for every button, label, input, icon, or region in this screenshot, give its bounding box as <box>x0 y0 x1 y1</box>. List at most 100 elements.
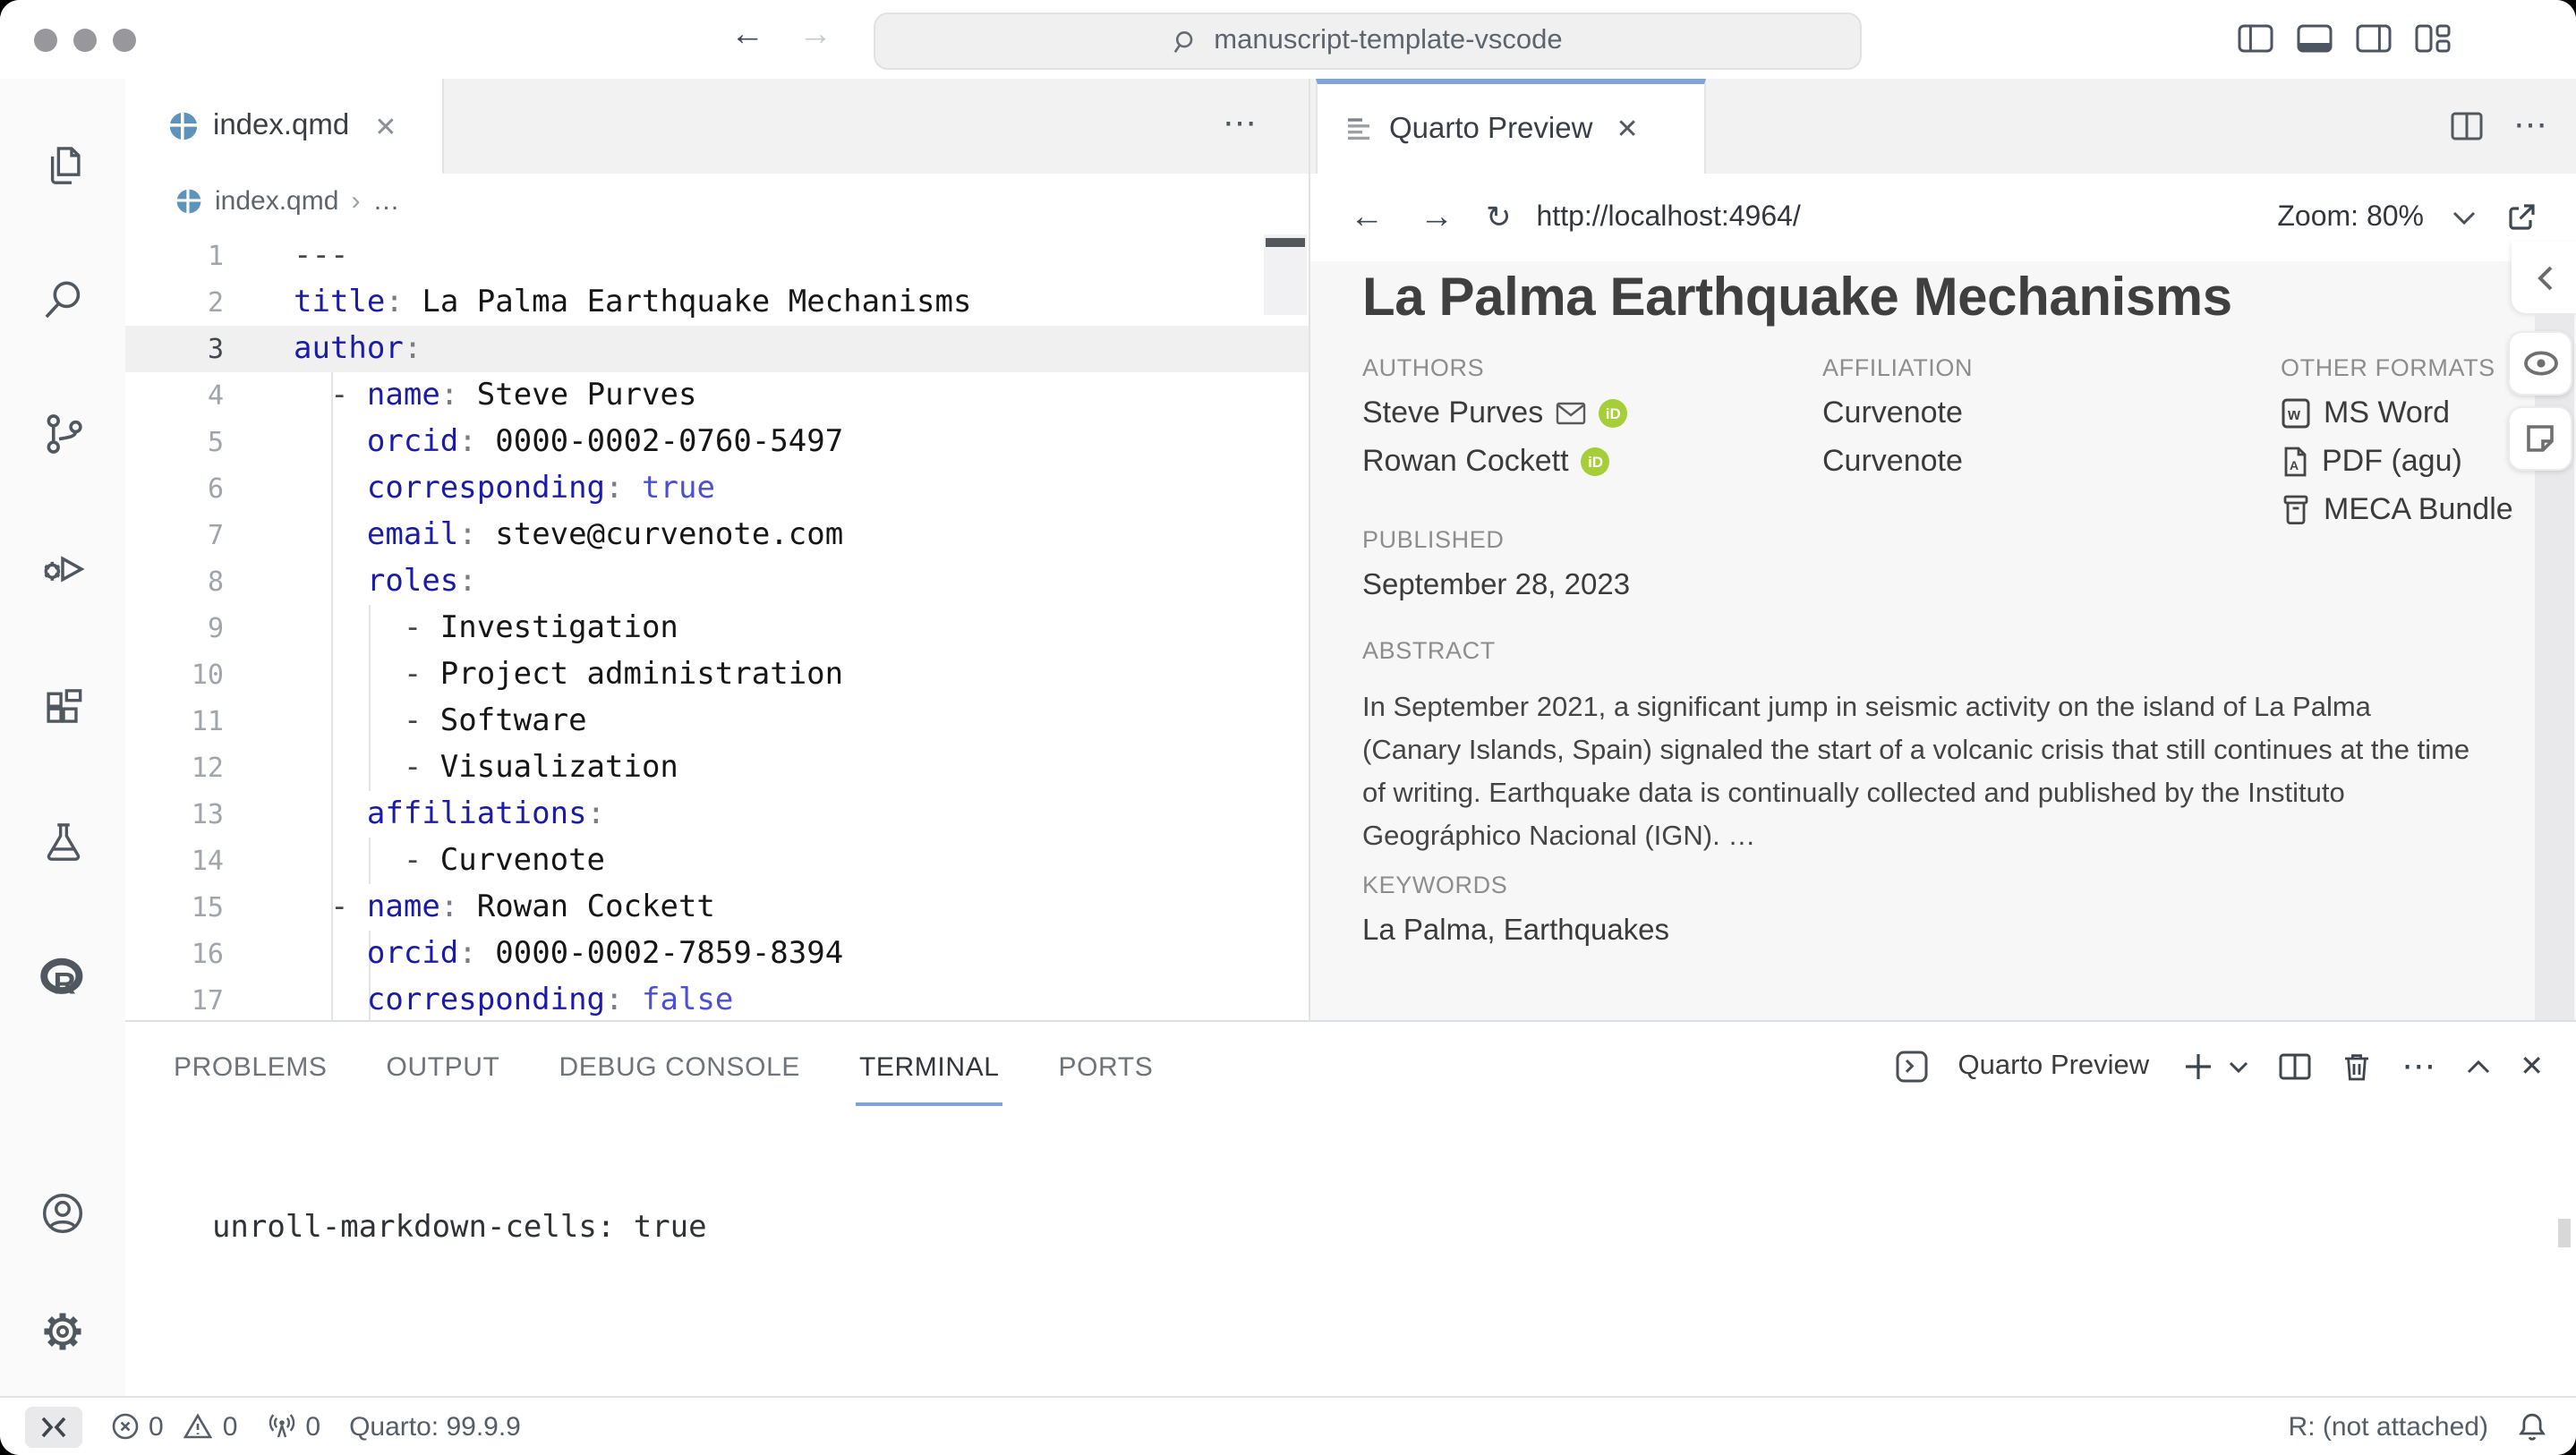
extensions-icon[interactable] <box>0 684 125 732</box>
code-line[interactable]: 4 - name: Steve Purves <box>125 372 1309 419</box>
close-panel-icon[interactable]: ✕ <box>2520 1049 2544 1085</box>
split-editor-icon[interactable] <box>2451 111 2483 141</box>
preview-forward-icon[interactable]: → <box>1420 198 1454 237</box>
testing-beaker-icon[interactable] <box>0 818 125 866</box>
reload-icon[interactable]: ↻ <box>1486 200 1512 235</box>
zoom-level[interactable]: Zoom: 80% <box>2277 201 2424 234</box>
code-line[interactable]: 13 affiliations: <box>125 791 1309 838</box>
line-number: 3 <box>125 333 224 365</box>
code-line[interactable]: 15 - name: Rowan Cockett <box>125 884 1309 931</box>
r-language-icon[interactable]: R <box>0 952 125 1002</box>
accounts-icon[interactable] <box>0 1188 125 1238</box>
source-control-icon[interactable] <box>0 410 125 458</box>
code-line[interactable]: 16 orcid: 0000-0002-7859-8394 <box>125 931 1309 977</box>
preview-back-icon[interactable]: ← <box>1350 198 1384 237</box>
toggle-secondary-sidebar-icon[interactable] <box>2356 23 2392 54</box>
notifications-bell-icon[interactable] <box>2517 1411 2547 1442</box>
line-number: 2 <box>125 286 224 319</box>
customize-layout-icon[interactable] <box>2415 23 2451 54</box>
quarto-version-status[interactable]: Quarto: 99.9.9 <box>349 1411 521 1442</box>
panel-tabs: PROBLEMS OUTPUT DEBUG CONSOLE TERMINAL P… <box>174 1022 1153 1111</box>
code-line[interactable]: 5 orcid: 0000-0002-0760-5497 <box>125 419 1309 465</box>
collapse-panel-button[interactable] <box>2512 242 2576 313</box>
code-line[interactable]: 8 roles: <box>125 558 1309 605</box>
toggle-sidebar-icon[interactable] <box>2238 23 2273 54</box>
format-link[interactable]: PDF (agu) <box>2322 444 2462 480</box>
new-terminal-icon[interactable] <box>2183 1052 2212 1081</box>
code-line[interactable]: 1--- <box>125 233 1309 279</box>
r-status[interactable]: R: (not attached) <box>2289 1411 2488 1442</box>
authors-column: AUTHORS Steve Purves iD Rowan Cockett iD <box>1362 354 1627 478</box>
settings-gear-icon[interactable] <box>0 1306 125 1357</box>
explorer-icon[interactable] <box>0 141 125 190</box>
mail-icon[interactable] <box>1556 401 1586 426</box>
editor-actions-more-icon[interactable]: ⋯ <box>1223 104 1258 145</box>
other-formats-column: OTHER FORMATS w MS Word A PDF (agu) <box>2281 354 2513 526</box>
kill-terminal-trash-icon[interactable] <box>2341 1051 2371 1083</box>
more-actions-icon[interactable]: ⋯ <box>2513 106 2547 147</box>
tab-output[interactable]: OUTPUT <box>387 1051 500 1082</box>
line-number: 12 <box>125 752 224 784</box>
split-terminal-icon[interactable] <box>2278 1052 2310 1081</box>
tab-terminal[interactable]: TERMINAL <box>859 1051 1000 1082</box>
terminal-scrollbar[interactable] <box>2558 1219 2571 1247</box>
command-center-search[interactable]: manuscript-template-vscode <box>874 13 1862 70</box>
breadcrumb-symbol[interactable]: … <box>372 186 399 217</box>
close-tab-icon[interactable]: ✕ <box>374 110 397 142</box>
code-editor[interactable]: 1---2title: La Palma Earthquake Mechanis… <box>125 229 1309 1020</box>
code-text: orcid: 0000-0002-7859-8394 <box>294 936 843 972</box>
open-external-icon[interactable] <box>2504 200 2538 234</box>
toggle-reader-view-button[interactable] <box>2508 331 2572 396</box>
window-controls <box>34 29 136 52</box>
tab-debug-console[interactable]: DEBUG CONSOLE <box>559 1051 800 1082</box>
chevron-down-icon[interactable] <box>2452 210 2476 225</box>
orcid-icon[interactable]: iD <box>1582 447 1610 476</box>
format-link[interactable]: MS Word <box>2324 396 2450 431</box>
tab-problems[interactable]: PROBLEMS <box>174 1051 328 1082</box>
code-line[interactable]: 2title: La Palma Earthquake Mechanisms <box>125 279 1309 326</box>
orcid-icon[interactable]: iD <box>1599 399 1627 428</box>
tab-ports[interactable]: PORTS <box>1059 1051 1154 1082</box>
pdf-icon: A <box>2281 446 2309 478</box>
code-text: - Project administration <box>294 657 843 693</box>
minimize-window-button[interactable] <box>73 29 97 52</box>
maximize-panel-chevron-icon[interactable] <box>2466 1059 2489 1074</box>
run-debug-icon[interactable] <box>0 544 125 594</box>
format-link[interactable]: MECA Bundle <box>2324 492 2513 528</box>
code-line[interactable]: 6 corresponding: true <box>125 465 1309 512</box>
author-row: Rowan Cockett iD <box>1362 446 1627 478</box>
vscode-window: ← → manuscript-template-vscode <box>0 0 2576 1455</box>
panel-more-actions-icon[interactable]: ⋯ <box>2401 1046 2435 1087</box>
code-line[interactable]: 3author: <box>125 326 1309 372</box>
tab-quarto-preview[interactable]: Quarto Preview ✕ <box>1316 79 1706 174</box>
code-line[interactable]: 11 - Software <box>125 698 1309 745</box>
code-line[interactable]: 14 - Curvenote <box>125 838 1309 884</box>
search-icon[interactable] <box>0 276 125 324</box>
ports-status[interactable]: 0 <box>266 1411 320 1442</box>
preview-url[interactable]: http://localhost:4964/ <box>1537 201 1801 234</box>
close-window-button[interactable] <box>34 29 57 52</box>
problems-status[interactable]: 0 0 <box>111 1411 237 1442</box>
close-tab-icon[interactable]: ✕ <box>1616 113 1638 145</box>
code-line[interactable]: 12 - Visualization <box>125 745 1309 791</box>
abstract-label: ABSTRACT <box>1362 637 2472 664</box>
code-line[interactable]: 9 - Investigation <box>125 605 1309 651</box>
code-text: roles: <box>294 564 477 600</box>
radio-tower-icon <box>266 1412 296 1441</box>
code-line[interactable]: 7 email: steve@curvenote.com <box>125 512 1309 558</box>
remote-indicator[interactable] <box>25 1406 82 1447</box>
breadcrumb-file[interactable]: index.qmd <box>215 186 338 217</box>
maximize-window-button[interactable] <box>113 29 136 52</box>
search-icon <box>1173 28 1199 55</box>
code-line[interactable]: 10 - Project administration <box>125 651 1309 698</box>
toggle-panel-icon[interactable] <box>2297 23 2333 54</box>
history-back-icon[interactable]: ← <box>730 16 764 55</box>
affiliation-value: Curvenote <box>1822 444 1963 480</box>
tab-index-qmd[interactable]: index.qmd ✕ <box>125 79 444 174</box>
history-forward-icon[interactable]: → <box>798 16 832 55</box>
notes-button[interactable] <box>2508 406 2572 471</box>
terminal-dropdown-chevron-icon[interactable] <box>2228 1060 2248 1073</box>
terminal-name[interactable]: Quarto Preview <box>1958 1051 2150 1083</box>
code-line[interactable]: 17 corresponding: false <box>125 977 1309 1020</box>
ports-count: 0 <box>305 1411 320 1442</box>
